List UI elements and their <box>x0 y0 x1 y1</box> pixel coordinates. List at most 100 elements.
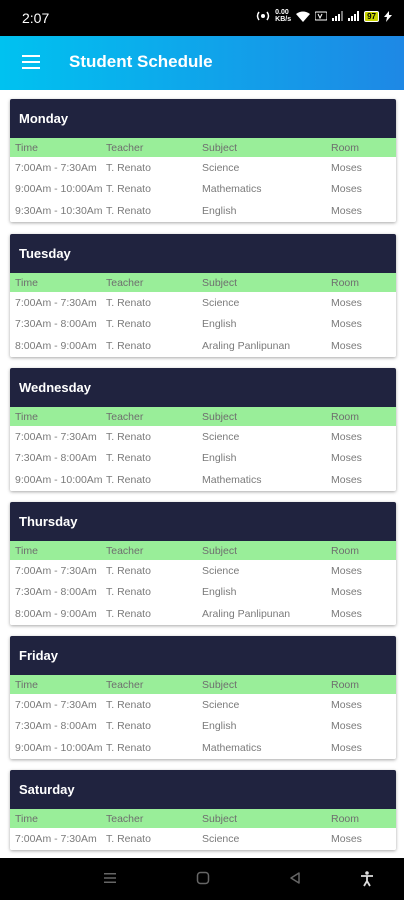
table-row: 7:00Am - 7:30Am T. Renato Science Moses <box>10 157 396 179</box>
cell-time: 9:00Am - 10:00Am <box>15 473 103 486</box>
back-icon[interactable] <box>288 871 302 885</box>
cell-time: 7:30Am - 8:00Am <box>15 318 97 331</box>
cell-teacher: T. Renato <box>106 607 151 620</box>
cell-teacher: T. Renato <box>106 204 151 217</box>
column-header-subject: Subject <box>202 410 238 423</box>
page-title: Student Schedule <box>69 52 213 71</box>
cell-room: Moses <box>331 586 362 599</box>
cell-teacher: T. Renato <box>106 339 151 352</box>
hamburger-menu-icon[interactable] <box>22 55 40 71</box>
column-header-teacher: Teacher <box>106 410 144 423</box>
cell-time: 7:30Am - 8:00Am <box>15 720 97 733</box>
column-header-time: Time <box>15 812 38 825</box>
table-row: 7:30Am - 8:00Am T. Renato English Moses <box>10 447 396 469</box>
cell-teacher: T. Renato <box>106 586 151 599</box>
column-header-subject: Subject <box>202 141 238 154</box>
column-header-row: Time Teacher Subject Room <box>10 809 396 828</box>
column-header-time: Time <box>15 544 38 557</box>
cell-teacher: T. Renato <box>106 430 151 443</box>
cell-room: Moses <box>331 720 362 733</box>
cell-subject: English <box>202 318 237 331</box>
cell-teacher: T. Renato <box>106 161 151 174</box>
cell-time: 7:00Am - 7:30Am <box>15 564 97 577</box>
column-header-room: Room <box>331 544 360 557</box>
cell-room: Moses <box>331 161 362 174</box>
column-header-row: Time Teacher Subject Room <box>10 541 396 560</box>
cell-teacher: T. Renato <box>106 296 151 309</box>
column-header-row: Time Teacher Subject Room <box>10 407 396 426</box>
cell-room: Moses <box>331 741 362 754</box>
cell-time: 7:30Am - 8:00Am <box>15 452 97 465</box>
cell-room: Moses <box>331 452 362 465</box>
day-header: Thursday <box>10 502 396 541</box>
cell-subject: Araling Panlipunan <box>202 339 291 352</box>
column-header-time: Time <box>15 276 38 289</box>
day-card-thursday: Thursday Time Teacher Subject Room 7:00Am - 7… <box>10 502 396 625</box>
volte-icon <box>315 11 328 21</box>
table-row: 7:30Am - 8:00Am T. Renato English Moses <box>10 715 396 737</box>
cell-room: Moses <box>331 183 362 196</box>
day-card-saturday: Saturday Time Teacher Subject Room 7:00Am - 7… <box>10 770 396 850</box>
cell-teacher: T. Renato <box>106 452 151 465</box>
hotspot-icon <box>256 11 270 21</box>
home-icon[interactable] <box>196 871 210 885</box>
cell-room: Moses <box>331 318 362 331</box>
accessibility-icon[interactable] <box>360 871 374 887</box>
column-header-teacher: Teacher <box>106 678 144 691</box>
cell-teacher: T. Renato <box>106 318 151 331</box>
cell-teacher: T. Renato <box>106 473 151 486</box>
recents-icon[interactable] <box>103 871 117 885</box>
status-time: 2:07 <box>22 10 50 26</box>
cell-subject: English <box>202 204 237 217</box>
charging-icon <box>384 10 392 22</box>
column-header-subject: Subject <box>202 544 238 557</box>
cell-room: Moses <box>331 430 362 443</box>
table-row: 9:30Am - 10:30Am T. Renato English Moses <box>10 200 396 222</box>
table-row: 7:00Am - 7:30Am T. Renato Science Moses <box>10 828 396 850</box>
table-row: 9:00Am - 10:00Am T. Renato Mathematics Mose… <box>10 737 396 759</box>
column-header-subject: Subject <box>202 812 238 825</box>
column-header-subject: Subject <box>202 678 238 691</box>
cell-teacher: T. Renato <box>106 183 151 196</box>
table-row: 7:00Am - 7:30Am T. Renato Science Moses <box>10 694 396 716</box>
cell-subject: English <box>202 452 237 465</box>
signal-icon-1 <box>332 11 344 21</box>
day-card-monday: Monday Time Teacher Subject Room 7:00Am - 7:3… <box>10 99 396 222</box>
column-header-teacher: Teacher <box>106 276 144 289</box>
schedule-list[interactable]: Monday Time Teacher Subject Room 7:00Am - 7:3… <box>0 90 404 858</box>
column-header-time: Time <box>15 410 38 423</box>
cell-room: Moses <box>331 564 362 577</box>
cell-subject: English <box>202 586 237 599</box>
day-header: Tuesday <box>10 234 396 273</box>
table-row: 7:00Am - 7:30Am T. Renato Science Moses <box>10 292 396 314</box>
table-row: 9:00Am - 10:00Am T. Renato Mathematics Mose… <box>10 469 396 491</box>
cell-subject: Mathematics <box>202 473 262 486</box>
battery-icon: 97 <box>364 10 379 22</box>
column-header-subject: Subject <box>202 276 238 289</box>
app-bar: Student Schedule <box>0 36 404 90</box>
cell-room: Moses <box>331 296 362 309</box>
column-header-room: Room <box>331 812 360 825</box>
cell-time: 7:30Am - 8:00Am <box>15 586 97 599</box>
cell-time: 9:00Am - 10:00Am <box>15 183 103 196</box>
column-header-teacher: Teacher <box>106 812 144 825</box>
cell-subject: Science <box>202 161 240 174</box>
cell-subject: Science <box>202 564 240 577</box>
column-header-room: Room <box>331 141 360 154</box>
table-row: 7:00Am - 7:30Am T. Renato Science Moses <box>10 426 396 448</box>
column-header-room: Room <box>331 276 360 289</box>
day-header: Friday <box>10 636 396 675</box>
cell-subject: Mathematics <box>202 741 262 754</box>
table-row: 7:30Am - 8:00Am T. Renato English Moses <box>10 313 396 335</box>
cell-time: 8:00Am - 9:00Am <box>15 339 97 352</box>
column-header-room: Room <box>331 410 360 423</box>
cell-teacher: T. Renato <box>106 741 151 754</box>
table-row: 8:00Am - 9:00Am T. Renato Araling Panlipun… <box>10 335 396 357</box>
day-header: Monday <box>10 99 396 138</box>
cell-teacher: T. Renato <box>106 720 151 733</box>
cell-subject: Science <box>202 698 240 711</box>
column-header-time: Time <box>15 678 38 691</box>
battery-level: 97 <box>367 11 376 21</box>
cell-room: Moses <box>331 832 362 845</box>
cell-time: 7:00Am - 7:30Am <box>15 296 97 309</box>
